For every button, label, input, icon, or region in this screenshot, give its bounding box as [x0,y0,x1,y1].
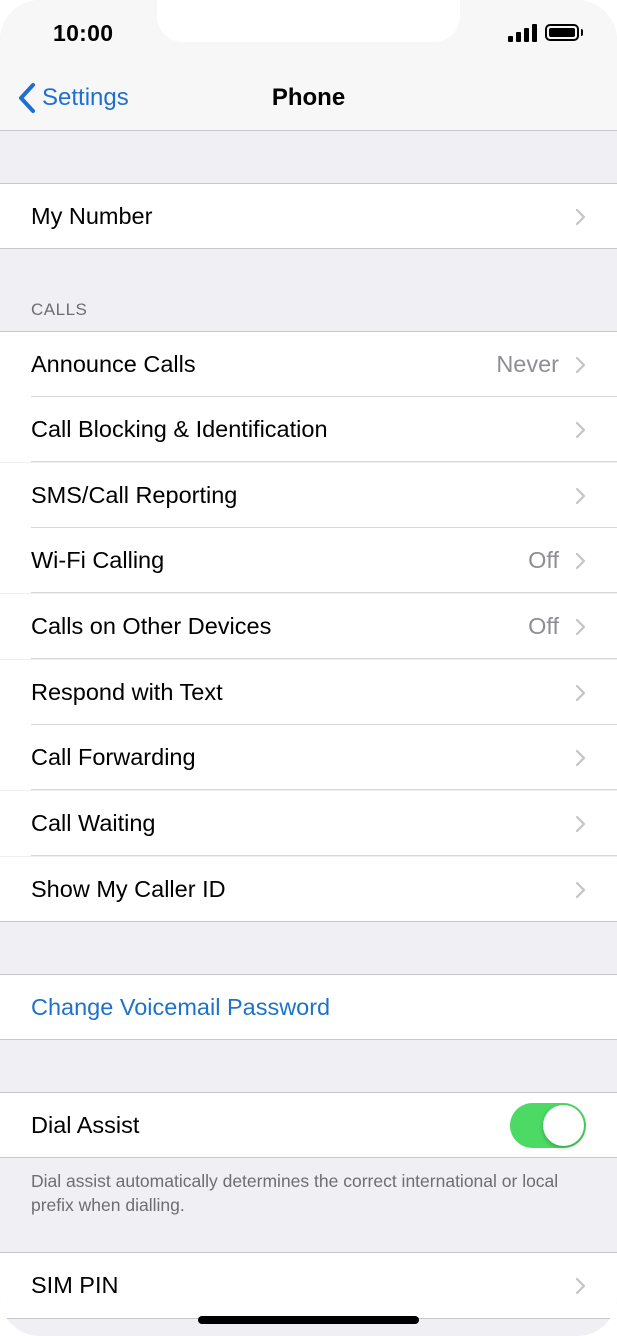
phone-screen: 10:00 Settings Phone My Number CALLS Ann… [0,0,617,1336]
call-waiting-label: Call Waiting [31,810,156,836]
cellular-signal-icon [508,24,538,42]
chevron-right-icon [575,487,586,505]
navigation-bar: Settings Phone [0,64,617,131]
divider [0,1039,617,1040]
wifi-calling-row[interactable]: Wi-Fi Calling Off [0,528,617,593]
dial-assist-label: Dial Assist [31,1112,140,1138]
my-number-label: My Number [31,203,153,229]
show-my-caller-id-row[interactable]: Show My Caller ID [0,857,617,922]
row-separator [31,789,617,790]
home-indicator[interactable] [198,1316,419,1324]
respond-with-text-row[interactable]: Respond with Text [0,660,617,725]
toggle-knob [543,1105,584,1146]
announce-calls-row[interactable]: Announce Calls Never [0,332,617,397]
chevron-right-icon [575,421,586,439]
wifi-calling-value: Off [528,547,559,573]
row-separator [31,461,617,462]
notch [157,0,460,42]
my-number-row[interactable]: My Number [0,184,617,249]
dial-assist-footer: Dial assist automatically determines the… [31,1171,559,1215]
announce-calls-value: Never [496,351,559,377]
row-separator [31,658,617,659]
divider [0,1157,617,1158]
call-forwarding-row[interactable]: Call Forwarding [0,725,617,790]
dial-assist-row: Dial Assist [0,1093,617,1158]
call-forwarding-label: Call Forwarding [31,744,196,770]
calls-on-other-devices-label: Calls on Other Devices [31,613,272,639]
change-voicemail-password-row[interactable]: Change Voicemail Password [0,975,617,1040]
calls-on-other-devices-row[interactable]: Calls on Other Devices Off [0,594,617,659]
wifi-calling-label: Wi-Fi Calling [31,547,165,573]
chevron-right-icon [575,1277,586,1295]
row-separator [31,855,617,856]
battery-icon [545,24,579,41]
sim-pin-row[interactable]: SIM PIN [0,1253,617,1318]
chevron-right-icon [575,684,586,702]
dial-assist-toggle[interactable] [510,1103,586,1148]
chevron-right-icon [575,356,586,374]
respond-with-text-label: Respond with Text [31,679,223,705]
sim-pin-label: SIM PIN [31,1272,119,1298]
chevron-right-icon [575,749,586,767]
divider [0,921,617,922]
divider [0,248,617,249]
chevron-right-icon [575,881,586,899]
sms-call-reporting-label: SMS/Call Reporting [31,482,238,508]
status-bar: 10:00 [0,0,617,64]
page-title: Phone [271,84,346,111]
chevron-right-icon [575,552,586,570]
call-blocking-row[interactable]: Call Blocking & Identification [0,397,617,462]
battery-tip [581,29,583,36]
chevron-right-icon [575,815,586,833]
announce-calls-label: Announce Calls [31,351,196,377]
show-my-caller-id-label: Show My Caller ID [31,876,226,902]
calls-section-header: CALLS [31,300,88,319]
row-separator [31,592,617,593]
sms-call-reporting-row[interactable]: SMS/Call Reporting [0,463,617,528]
status-time: 10:00 [53,20,114,46]
chevron-right-icon [575,618,586,636]
calls-on-other-devices-value: Off [528,613,559,639]
chevron-right-icon [575,208,586,226]
change-voicemail-password-link[interactable]: Change Voicemail Password [31,994,330,1021]
call-blocking-label: Call Blocking & Identification [31,416,328,442]
call-waiting-row[interactable]: Call Waiting [0,791,617,856]
